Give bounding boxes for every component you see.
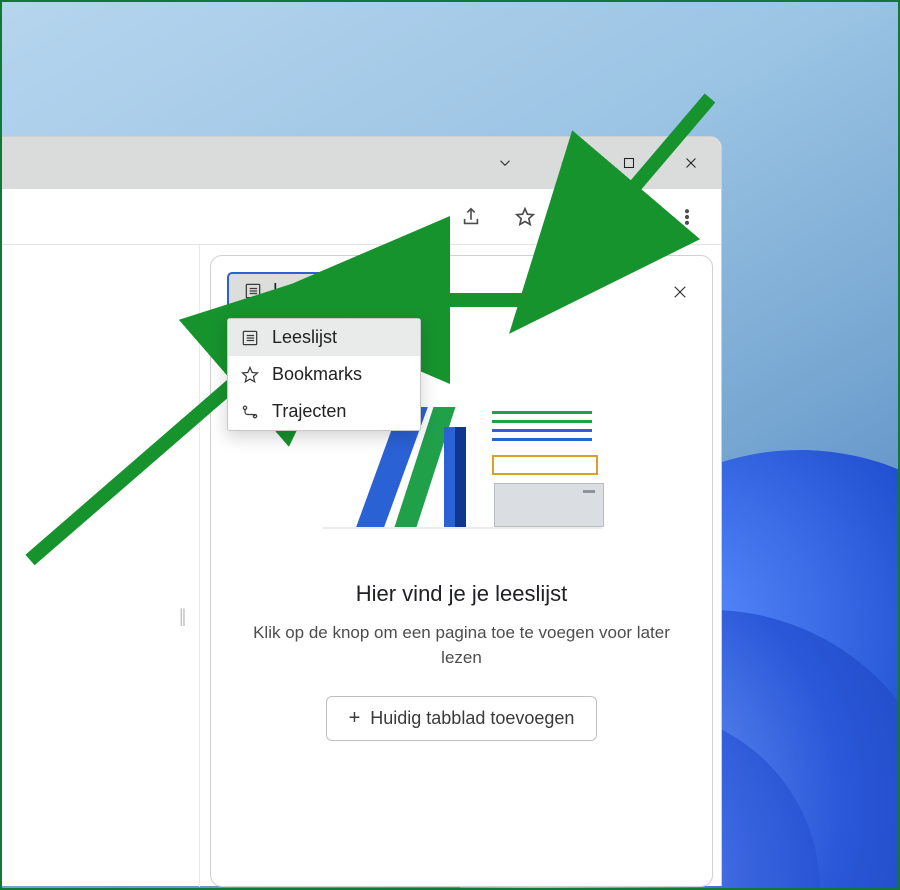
share-button[interactable] bbox=[453, 199, 489, 235]
chrome-window: || Leeslijst bbox=[0, 136, 722, 886]
star-icon bbox=[240, 365, 260, 385]
profile-avatar-button[interactable] bbox=[615, 199, 651, 235]
minimize-icon bbox=[558, 154, 576, 172]
kebab-menu-icon bbox=[677, 207, 697, 227]
close-sidepanel-button[interactable] bbox=[664, 276, 696, 308]
page-content-area: || bbox=[1, 245, 200, 887]
caret-down-icon bbox=[354, 287, 364, 294]
list-icon bbox=[243, 281, 263, 301]
sidepanel-dropdown-button[interactable]: Leeslijst bbox=[227, 272, 380, 309]
close-icon bbox=[671, 283, 689, 301]
sidepanel-dropdown-label: Leeslijst bbox=[273, 280, 338, 301]
desktop-background: || Leeslijst bbox=[0, 0, 900, 890]
close-icon bbox=[682, 154, 700, 172]
menu-item-label: Trajecten bbox=[272, 401, 346, 422]
browser-toolbar bbox=[1, 189, 721, 245]
close-window-button[interactable] bbox=[671, 143, 711, 183]
maximize-button[interactable] bbox=[609, 143, 649, 183]
kebab-menu-button[interactable] bbox=[669, 199, 705, 235]
minimize-button[interactable] bbox=[547, 143, 587, 183]
browser-content: || Leeslijst bbox=[1, 245, 721, 887]
share-icon bbox=[460, 206, 482, 228]
avatar-icon bbox=[622, 206, 644, 228]
add-current-tab-label: Huidig tabblad toevoegen bbox=[370, 708, 574, 729]
sidepanel-resize-handle[interactable]: || bbox=[179, 606, 184, 627]
journeys-icon bbox=[240, 402, 260, 422]
star-icon bbox=[514, 206, 536, 228]
add-current-tab-button[interactable]: + Huidig tabblad toevoegen bbox=[326, 696, 598, 741]
menu-item-bookmarks[interactable]: Bookmarks bbox=[228, 356, 420, 393]
menu-item-label: Leeslijst bbox=[272, 327, 337, 348]
reading-list-title: Hier vind je je leeslijst bbox=[227, 581, 696, 607]
bookmark-star-button[interactable] bbox=[507, 199, 543, 235]
maximize-icon bbox=[620, 154, 638, 172]
chevron-down-icon bbox=[496, 154, 514, 172]
menu-item-trajecten[interactable]: Trajecten bbox=[228, 393, 420, 430]
plus-icon: + bbox=[349, 707, 361, 730]
sidepanel-button[interactable] bbox=[561, 199, 597, 235]
window-titlebar bbox=[1, 137, 721, 189]
sidepanel-icon bbox=[568, 206, 590, 228]
menu-item-label: Bookmarks bbox=[272, 364, 362, 385]
reading-list-subtitle: Klik op de knop om een pagina toe te voe… bbox=[227, 621, 696, 670]
menu-item-leeslijst[interactable]: Leeslijst bbox=[228, 319, 420, 356]
tab-dropdown-button[interactable] bbox=[485, 143, 525, 183]
list-icon bbox=[240, 328, 260, 348]
sidepanel-dropdown-menu: Leeslijst Bookmarks Trajecten bbox=[227, 318, 421, 431]
reading-list-sidepanel: Leeslijst Leeslijst Bookmarks bbox=[210, 255, 713, 887]
